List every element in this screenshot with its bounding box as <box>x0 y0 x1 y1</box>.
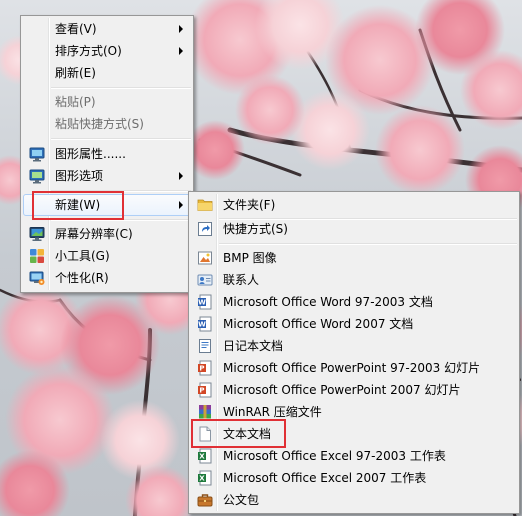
folder-icon <box>197 197 213 213</box>
svg-text:X: X <box>199 475 205 483</box>
menu-item-new[interactable]: 新建(W) <box>23 194 191 216</box>
excel-icon: X <box>197 448 213 464</box>
menu-item-label: 公文包 <box>223 493 260 507</box>
word-icon: W <box>197 294 213 310</box>
menu-item-label: Microsoft Office PowerPoint 2007 幻灯片 <box>223 383 461 397</box>
menu-item-label: Microsoft Office Word 2007 文档 <box>223 317 414 331</box>
new-shortcut-item[interactable]: 快捷方式(S) <box>191 218 517 240</box>
menu-separator <box>51 87 191 89</box>
menu-item-gadgets[interactable]: 小工具(G) <box>23 245 191 267</box>
briefcase-icon <box>197 492 213 508</box>
menu-item-view[interactable]: 查看(V) <box>23 18 191 40</box>
submenu-arrow-icon <box>179 47 183 55</box>
menu-separator <box>51 138 191 140</box>
menu-item-graphics-properties[interactable]: 图形属性...... <box>23 143 191 165</box>
svg-text:P: P <box>199 365 204 373</box>
graphics-options-icon <box>29 168 45 184</box>
winrar-icon <box>197 404 213 420</box>
new-word-2007-item[interactable]: W Microsoft Office Word 2007 文档 <box>191 313 517 335</box>
personalize-icon <box>29 270 45 286</box>
menu-item-label: 图形选项 <box>55 169 104 183</box>
new-briefcase-item[interactable]: 公文包 <box>191 489 517 511</box>
menu-item-label: WinRAR 压缩文件 <box>223 405 322 419</box>
journal-icon <box>197 338 213 354</box>
graphics-properties-icon <box>29 146 45 162</box>
shortcut-icon <box>197 221 213 237</box>
excel-icon: X <box>197 470 213 486</box>
powerpoint-icon: P <box>197 360 213 376</box>
menu-item-label: 查看(V) <box>55 22 97 36</box>
menu-item-label: 文本文档 <box>223 427 272 441</box>
menu-item-label: 小工具(G) <box>55 249 110 263</box>
text-document-icon <box>197 426 213 442</box>
menu-item-screen-resolution[interactable]: 屏幕分辨率(C) <box>23 223 191 245</box>
menu-item-label: Microsoft Office Excel 2007 工作表 <box>223 471 427 485</box>
menu-item-label: Microsoft Office Word 97-2003 文档 <box>223 295 433 309</box>
menu-item-label: Microsoft Office PowerPoint 97-2003 幻灯片 <box>223 361 481 375</box>
menu-item-personalize[interactable]: 个性化(R) <box>23 267 191 289</box>
menu-item-label: 文件夹(F) <box>223 198 276 212</box>
menu-item-label: 日记本文档 <box>223 339 284 353</box>
menu-item-label: 屏幕分辨率(C) <box>55 227 133 241</box>
new-text-document-item[interactable]: 文本文档 <box>191 423 517 445</box>
new-powerpoint-2007-item[interactable]: P Microsoft Office PowerPoint 2007 幻灯片 <box>191 379 517 401</box>
svg-text:X: X <box>199 453 205 461</box>
contact-icon <box>197 272 213 288</box>
new-journal-item[interactable]: 日记本文档 <box>191 335 517 357</box>
menu-item-label: 排序方式(O) <box>55 44 122 58</box>
menu-item-graphics-options[interactable]: 图形选项 <box>23 165 191 187</box>
powerpoint-icon: P <box>197 382 213 398</box>
new-bmp-image-item[interactable]: BMP 图像 <box>191 247 517 269</box>
new-word-97-2003-item[interactable]: W Microsoft Office Word 97-2003 文档 <box>191 291 517 313</box>
desktop-context-menu: 查看(V) 排序方式(O) 刷新(E) 粘贴(P) 粘贴快捷方式(S) 图形属性… <box>20 15 194 293</box>
new-submenu: 文件夹(F) 快捷方式(S) BMP 图像 联系人 W Microsoft Of… <box>188 191 520 514</box>
bmp-image-icon <box>197 250 213 266</box>
submenu-arrow-icon <box>179 172 183 180</box>
gadgets-icon <box>29 248 45 264</box>
menu-item-label: BMP 图像 <box>223 251 277 265</box>
menu-item-label: Microsoft Office Excel 97-2003 工作表 <box>223 449 446 463</box>
menu-item-label: 个性化(R) <box>55 271 109 285</box>
new-winrar-archive-item[interactable]: WinRAR 压缩文件 <box>191 401 517 423</box>
new-excel-2007-item[interactable]: X Microsoft Office Excel 2007 工作表 <box>191 467 517 489</box>
menu-item-label: 快捷方式(S) <box>223 222 288 236</box>
menu-item-label: 联系人 <box>223 273 260 287</box>
svg-text:W: W <box>198 321 206 329</box>
menu-item-sort-by[interactable]: 排序方式(O) <box>23 40 191 62</box>
new-contact-item[interactable]: 联系人 <box>191 269 517 291</box>
screen-resolution-icon <box>29 226 45 242</box>
menu-separator <box>51 190 191 192</box>
menu-item-label: 图形属性...... <box>55 147 126 161</box>
menu-item-refresh[interactable]: 刷新(E) <box>23 62 191 84</box>
new-excel-97-2003-item[interactable]: X Microsoft Office Excel 97-2003 工作表 <box>191 445 517 467</box>
submenu-arrow-icon <box>179 25 183 33</box>
new-powerpoint-97-2003-item[interactable]: P Microsoft Office PowerPoint 97-2003 幻灯… <box>191 357 517 379</box>
menu-item-label: 刷新(E) <box>55 66 96 80</box>
menu-item-paste[interactable]: 粘贴(P) <box>23 91 191 113</box>
submenu-arrow-icon <box>179 201 183 209</box>
menu-item-label: 新建(W) <box>55 198 101 212</box>
svg-text:W: W <box>198 299 206 307</box>
menu-separator <box>51 219 191 221</box>
word-icon: W <box>197 316 213 332</box>
new-folder-item[interactable]: 文件夹(F) <box>191 194 517 216</box>
svg-text:P: P <box>199 387 204 395</box>
menu-item-label: 粘贴快捷方式(S) <box>55 117 144 131</box>
menu-item-paste-shortcut[interactable]: 粘贴快捷方式(S) <box>23 113 191 135</box>
menu-item-label: 粘贴(P) <box>55 95 96 109</box>
desktop[interactable]: 查看(V) 排序方式(O) 刷新(E) 粘贴(P) 粘贴快捷方式(S) 图形属性… <box>0 0 522 516</box>
menu-separator <box>219 243 517 245</box>
